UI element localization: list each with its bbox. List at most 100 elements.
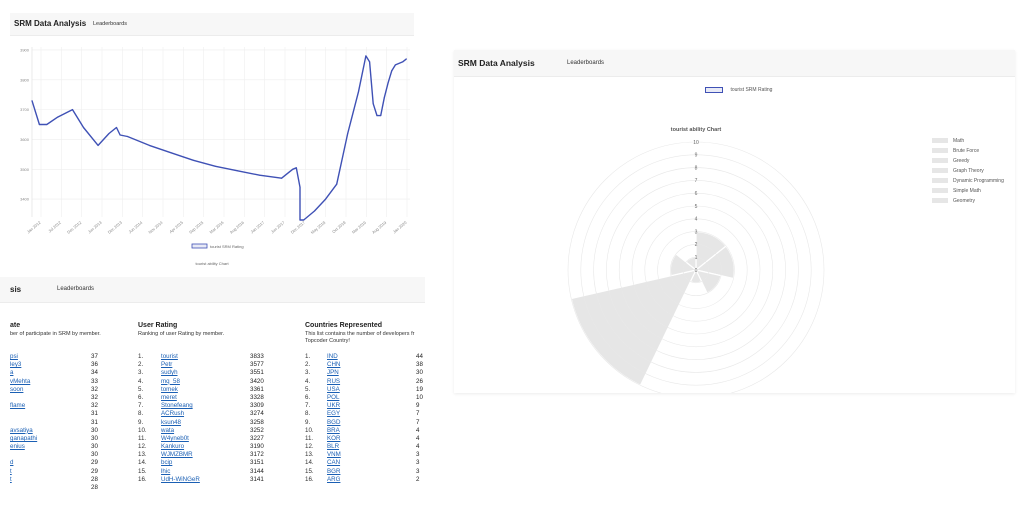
developer-count: 9 <box>416 402 420 410</box>
country-link[interactable]: POL <box>327 394 339 401</box>
table-row: 14. bcip 3151 <box>138 459 288 467</box>
country-link[interactable]: CHN <box>327 361 340 368</box>
legend-item[interactable]: Geometry <box>932 198 975 205</box>
country-link[interactable]: EGY <box>327 410 340 417</box>
member-link[interactable]: UdH-WiNGeR <box>161 476 200 483</box>
member-link[interactable]: soon <box>10 386 23 393</box>
rating-value: 3141 <box>250 475 264 483</box>
member-link[interactable]: tourist <box>161 353 178 360</box>
legend-swatch[interactable] <box>191 243 208 249</box>
nav-leaderboards[interactable]: Leaderboards <box>567 60 604 66</box>
data-point <box>259 174 261 176</box>
rating-value: 3258 <box>250 418 264 426</box>
member-link[interactable]: wata <box>161 427 174 434</box>
r-tick-label: 3 <box>695 229 698 235</box>
data-point <box>303 219 305 221</box>
country-link[interactable]: VNM <box>327 451 341 458</box>
country-link[interactable]: USA <box>327 386 340 393</box>
participation-count: 30 <box>91 426 98 434</box>
member-link[interactable]: ACRush <box>161 410 184 417</box>
nav-leaderboards[interactable]: Leaderboards <box>93 21 127 27</box>
country-link[interactable]: BLR <box>327 443 339 450</box>
table-row: 31 <box>0 410 120 418</box>
country-link[interactable]: UKR <box>327 402 340 409</box>
table-row: t 28 <box>0 476 120 484</box>
participation-count: 30 <box>91 451 98 459</box>
rating-value: 3420 <box>250 377 264 385</box>
member-link[interactable]: vMehta <box>10 378 30 385</box>
rank-number: 4. <box>305 377 311 385</box>
rank-number: 11. <box>138 434 147 442</box>
member-link[interactable]: a <box>10 369 13 376</box>
developer-count: 7 <box>416 410 420 418</box>
y-tick-label: 3600 <box>20 137 30 142</box>
member-link[interactable]: flame <box>10 402 25 409</box>
participation-count: 29 <box>91 459 98 467</box>
member-link[interactable]: tomek <box>161 386 178 393</box>
x-tick-label: Jan 2020 <box>392 219 408 234</box>
member-link[interactable]: enius <box>10 443 25 450</box>
brand-title[interactable]: SRM Data Analysis <box>14 19 86 28</box>
member-link[interactable]: meret <box>161 394 177 401</box>
table-row: 6. POL 10 <box>305 394 425 402</box>
member-link[interactable]: d <box>10 459 13 466</box>
country-link[interactable]: RUS <box>327 378 340 385</box>
developer-count: 26 <box>416 377 423 385</box>
rank-number: 11. <box>305 434 314 442</box>
member-link[interactable]: W4yneb0t <box>161 435 189 442</box>
legend-item[interactable]: Dynamic Programming <box>932 178 1004 185</box>
table-row: 4. mq_58 3420 <box>138 378 288 386</box>
legend-item[interactable]: Graph Theory <box>932 168 984 175</box>
legend-swatch <box>932 188 948 194</box>
country-link[interactable]: BRA <box>327 427 340 434</box>
developer-count: 44 <box>416 353 423 360</box>
rating-value: 3577 <box>250 361 264 369</box>
member-link[interactable]: t <box>10 468 12 475</box>
x-tick-label: May 2018 <box>310 219 327 235</box>
member-link[interactable]: psi <box>10 353 18 360</box>
rating-value: 3190 <box>250 443 264 451</box>
country-link[interactable]: CAN <box>327 459 340 466</box>
data-point <box>394 64 396 66</box>
table-row: 1. tourist 3833 <box>138 353 288 361</box>
column-title: User Rating <box>138 322 178 329</box>
table-row: 32 <box>0 394 120 402</box>
legend-label[interactable]: tourist SRM Rating <box>210 244 244 249</box>
country-link[interactable]: IND <box>327 353 338 360</box>
member-link[interactable]: ksun48 <box>161 419 181 426</box>
member-link[interactable]: t <box>10 476 12 483</box>
member-link[interactable]: ley3 <box>10 361 21 368</box>
legend-item[interactable]: Brute Force <box>932 148 979 155</box>
rank-number: 6. <box>305 393 311 401</box>
brand-title[interactable]: SRM Data Analysis <box>458 58 535 68</box>
legend-swatch <box>932 158 948 164</box>
country-link[interactable]: KOR <box>327 435 340 442</box>
rating-value: 3274 <box>250 410 264 418</box>
member-link[interactable]: Stonefeang <box>161 402 193 409</box>
member-link[interactable]: WJMZBMR <box>161 451 193 458</box>
member-link[interactable]: bcip <box>161 459 172 466</box>
table-row: 4. RUS 26 <box>305 378 425 386</box>
rank-number: 7. <box>138 402 144 410</box>
legend-item[interactable]: Simple Math <box>932 188 981 195</box>
brand-title[interactable]: sis <box>10 285 21 294</box>
member-link[interactable]: mq_58 <box>161 378 180 385</box>
member-link[interactable]: lhic <box>161 468 170 475</box>
participation-count: 32 <box>91 393 98 401</box>
table-row: 12. BLR 4 <box>305 443 425 451</box>
country-link[interactable]: JPN <box>327 369 339 376</box>
country-link[interactable]: BGD <box>327 419 340 426</box>
legend-item[interactable]: Math <box>932 138 964 145</box>
nav-leaderboards[interactable]: Leaderboards <box>57 286 94 292</box>
member-link[interactable]: ganapathi <box>10 435 37 442</box>
rank-number: 13. <box>305 451 314 459</box>
legend-item[interactable]: Greedy <box>932 158 969 165</box>
member-link[interactable]: Kankuro <box>161 443 184 450</box>
developer-count: 38 <box>416 361 423 369</box>
rank-number: 15. <box>305 467 314 475</box>
member-link[interactable]: sudyh <box>161 369 178 376</box>
member-link[interactable]: Petr <box>161 361 172 368</box>
member-link[interactable]: avsatiya <box>10 427 33 434</box>
country-link[interactable]: BGR <box>327 468 340 475</box>
country-link[interactable]: ARG <box>327 476 340 483</box>
